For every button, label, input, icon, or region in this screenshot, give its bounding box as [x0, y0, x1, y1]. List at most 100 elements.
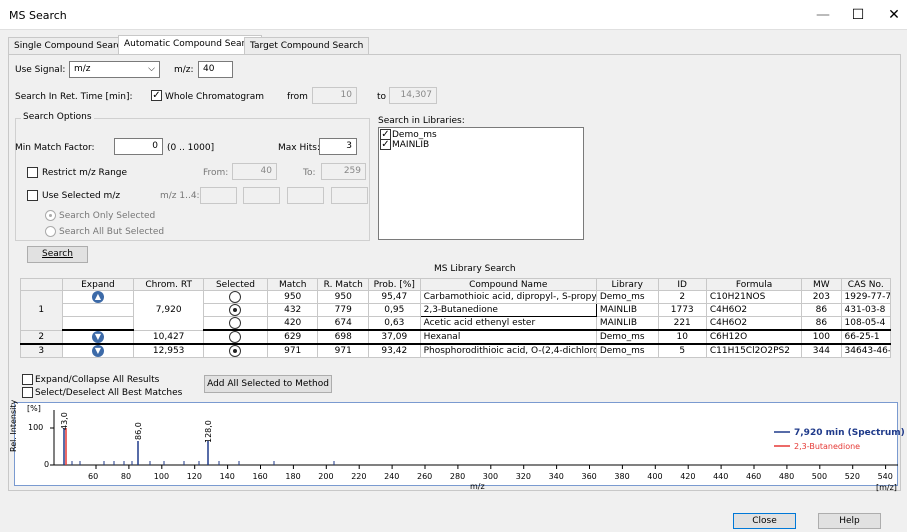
group-expand-cell[interactable]: ▼ — [61, 329, 135, 345]
mz2-input[interactable] — [243, 187, 280, 204]
mz1-input[interactable] — [200, 187, 237, 204]
max-hits-input[interactable]: 3 — [319, 138, 357, 155]
library-mainlib-checkbox[interactable]: ✓ — [380, 139, 391, 150]
select-all-checkbox[interactable] — [22, 387, 33, 398]
x-tick-label: 140 — [219, 472, 235, 481]
expand-all-checkbox[interactable] — [22, 374, 33, 385]
minor-peaks — [71, 461, 335, 465]
id-cell: 1773 — [657, 303, 707, 317]
close-window-button[interactable]: ✕ — [872, 0, 907, 30]
x-tick-label: 220 — [351, 472, 367, 481]
window-title: MS Search — [9, 9, 67, 22]
col-header-cas[interactable]: CAS No. — [840, 278, 892, 291]
x-tick-label: 200 — [318, 472, 334, 481]
restrict-mz-checkbox[interactable] — [27, 167, 38, 178]
x-tick-label: 120 — [186, 472, 202, 481]
table-row[interactable]: 1 ▲ 7,920 950 950 95,47 Carbamothioic ac… — [20, 290, 892, 331]
formula-cell: C4H6O2 — [705, 316, 803, 331]
group-expand-cell[interactable]: ▼ — [61, 343, 135, 358]
group-expand-cell[interactable]: ▲ — [61, 290, 135, 304]
col-header-match[interactable]: Match — [266, 278, 319, 291]
library-cell: Demo_ms — [595, 329, 659, 345]
tab-automatic-compound-search[interactable]: Automatic Compound Search — [118, 35, 262, 55]
formula-cell: C11H15Cl2O2PS2 — [705, 343, 803, 358]
rmatch-cell: 674 — [317, 316, 369, 331]
x-unit-label: [m/z] — [876, 483, 897, 492]
collapse-icon[interactable]: ▲ — [91, 291, 104, 303]
help-button[interactable]: Help — [818, 513, 881, 529]
library-cell: MAINLIB — [595, 303, 659, 317]
cas-cell: 66-25-1 — [840, 329, 892, 345]
search-all-but-label: Search All But Selected — [59, 227, 165, 237]
search-only-selected-radio[interactable] — [45, 210, 56, 221]
col-header-mw[interactable]: MW — [801, 278, 842, 291]
select-radio[interactable] — [229, 345, 242, 357]
peak-label-128: 128,0 — [204, 420, 213, 443]
mw-cell: 203 — [801, 290, 842, 304]
close-button[interactable]: Close — [733, 513, 796, 529]
restrict-to-input[interactable]: 259 — [321, 163, 366, 180]
title-bar: MS Search — ☐ ✕ — [0, 0, 907, 30]
selected-cell[interactable] — [202, 343, 268, 358]
selected-cell[interactable] — [202, 329, 268, 345]
mz3-input[interactable] — [287, 187, 324, 204]
select-radio[interactable] — [229, 304, 242, 316]
min-match-input[interactable]: 0 — [114, 138, 163, 155]
search-button[interactable]: Search — [27, 246, 88, 263]
selected-cell[interactable] — [202, 303, 268, 317]
search-all-but-radio[interactable] — [45, 226, 56, 237]
col-header-id[interactable]: ID — [657, 278, 707, 291]
chevron-down-icon: ⌵ — [148, 64, 155, 74]
ret-from-input[interactable]: 10 — [312, 87, 357, 104]
group-number: 1 — [20, 290, 63, 331]
col-header-expand[interactable]: Expand — [61, 278, 135, 291]
whole-chromatogram-checkbox[interactable]: ✓ — [151, 90, 162, 101]
y-unit-label: [%] — [27, 404, 41, 413]
expand-all-label: Expand/Collapse All Results — [35, 375, 160, 385]
prob-cell: 93,42 — [367, 343, 421, 358]
min-match-label: Min Match Factor: — [15, 143, 95, 153]
search-button-label: Search — [42, 249, 73, 259]
selected-cell[interactable] — [202, 290, 268, 304]
use-selected-mz-checkbox[interactable] — [27, 190, 38, 201]
mz4-input[interactable] — [331, 187, 368, 204]
id-cell: 221 — [657, 316, 707, 331]
library-cell: Demo_ms — [595, 343, 659, 358]
match-cell: 950 — [266, 290, 319, 304]
selected-cell[interactable] — [202, 316, 268, 331]
x-tick-label: 480 — [778, 472, 795, 481]
select-radio[interactable] — [229, 331, 242, 342]
col-header-name[interactable]: Compound Name — [419, 278, 597, 291]
x-tick-label: 380 — [614, 472, 630, 481]
col-header-rmatch[interactable]: R. Match — [317, 278, 369, 291]
legend-spectrum-label: 7,920 min (Spectrum) — [794, 428, 905, 438]
add-all-selected-button[interactable]: Add All Selected to Method — [204, 375, 332, 393]
col-header-prob[interactable]: Prob. [%] — [367, 278, 421, 291]
x-tick-label: 300 — [482, 472, 499, 481]
ret-to-input[interactable]: 14,307 — [389, 87, 437, 104]
use-signal-select[interactable]: m/z ⌵ — [69, 61, 160, 78]
legend-reference-label: 2,3-Butanedione — [794, 442, 861, 451]
col-header-selected[interactable]: Selected — [202, 278, 268, 291]
tab-target-compound-search[interactable]: Target Compound Search — [244, 37, 370, 55]
compound-name-cell: Phosphorodithioic acid, O-(2,4-dichlorop… — [419, 343, 597, 358]
restrict-to-label: To: — [303, 168, 316, 178]
select-radio[interactable] — [229, 291, 242, 303]
expand-icon[interactable]: ▼ — [91, 331, 104, 342]
select-radio[interactable] — [229, 317, 242, 329]
mz-input[interactable]: 40 — [198, 61, 233, 78]
ret-time-label: Search In Ret. Time [min]: — [15, 92, 133, 102]
col-header-rt[interactable]: Chrom. RT — [133, 278, 204, 291]
expand-icon[interactable]: ▼ — [91, 345, 104, 357]
x-tick-label: 80 — [120, 472, 132, 481]
x-tick-label: 100 — [153, 472, 170, 481]
group-number: 2 — [20, 329, 63, 345]
mz-label: m/z: — [174, 65, 194, 75]
col-header-formula[interactable]: Formula — [705, 278, 803, 291]
tab-single-compound-search[interactable]: Single Compound Search — [8, 37, 134, 55]
col-header-library[interactable]: Library — [595, 278, 659, 291]
table-row[interactable]: 2 ▼ 10,427 629 698 37,09 Hexanal Demo_ms… — [20, 329, 892, 345]
table-row[interactable]: 3 ▼ 12,953 971 971 93,42 Phosphorodithio… — [20, 343, 892, 358]
restrict-from-input[interactable]: 40 — [232, 163, 277, 180]
search-options-group — [15, 118, 370, 241]
